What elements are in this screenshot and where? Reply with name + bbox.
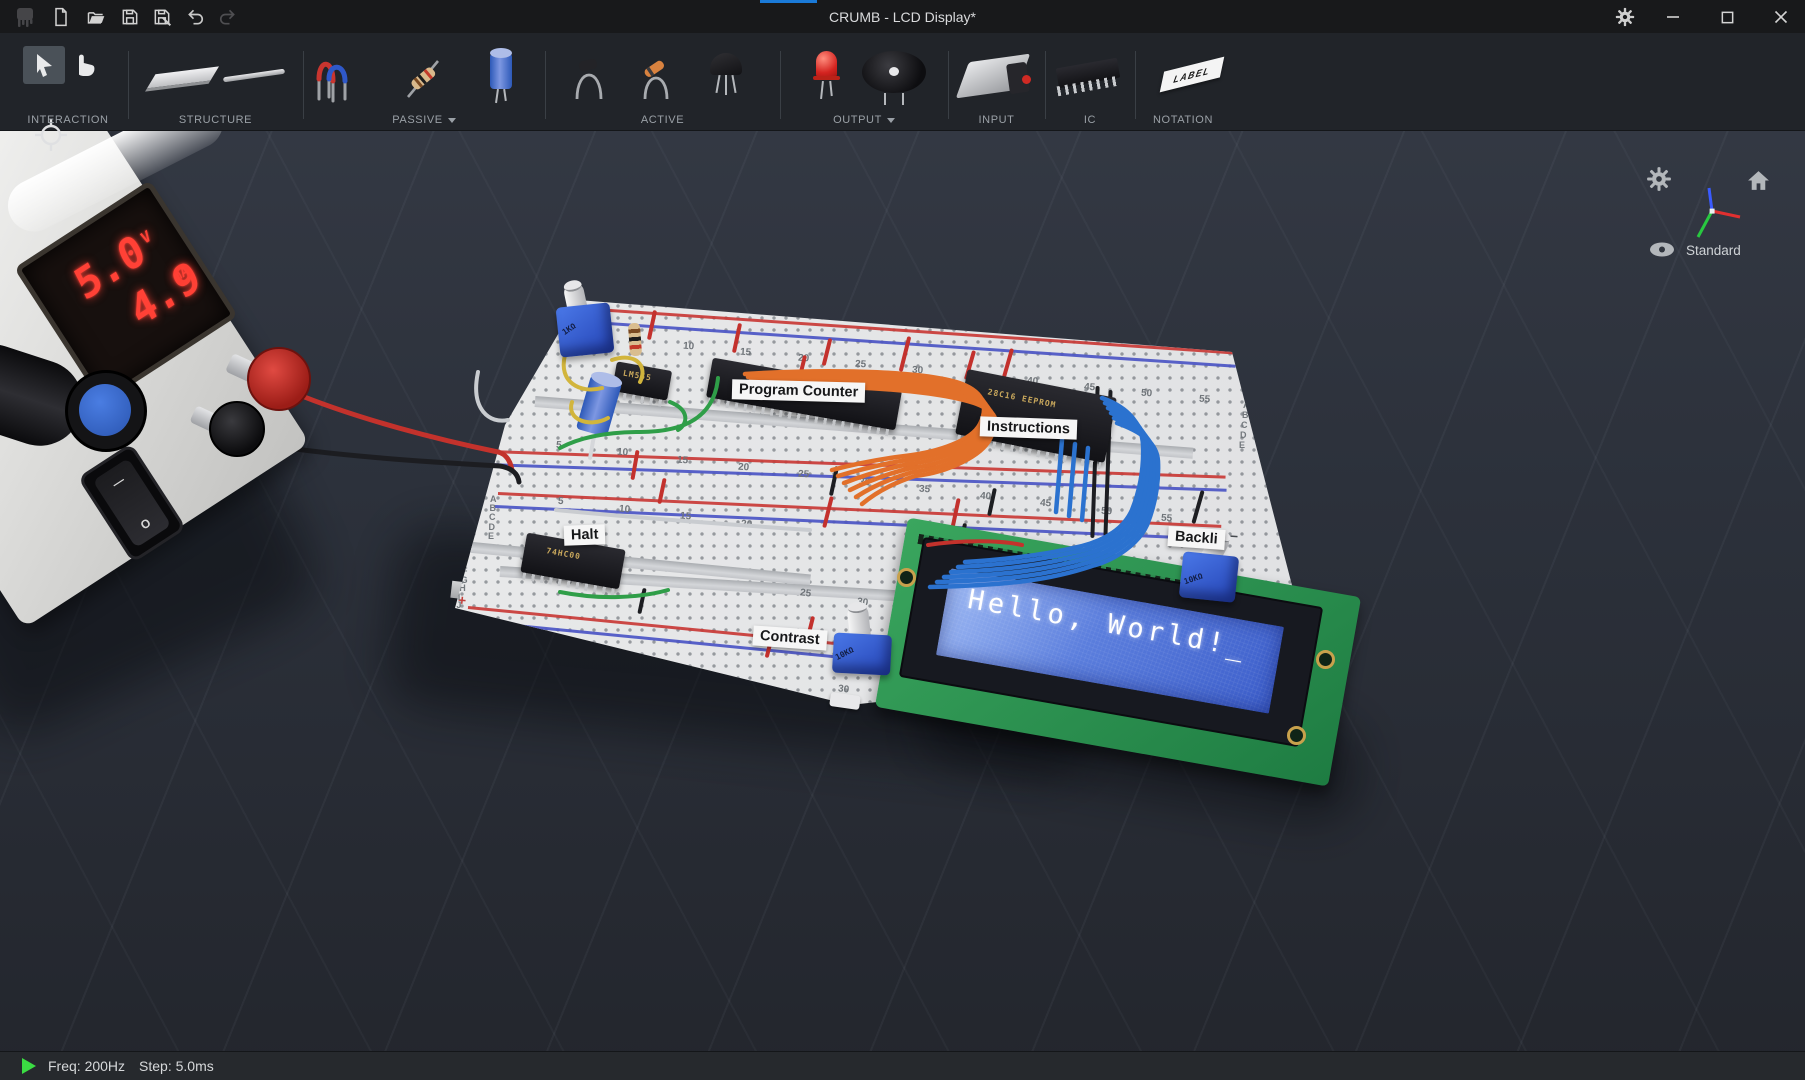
sim-step: Step: 5.0ms: [139, 1058, 214, 1074]
hand-drag-tool[interactable]: [70, 48, 98, 83]
window-title: CRUMB - LCD Display*: [0, 0, 1805, 33]
viewport-3d[interactable]: + + − 1015202530354045505551015202530354…: [0, 0, 1805, 1080]
chevron-down-icon[interactable]: [887, 118, 895, 123]
section-label: ACTIVE: [641, 114, 684, 126]
maximize-button[interactable]: [1714, 4, 1740, 30]
label-part-icon[interactable]: LABEL: [1160, 57, 1225, 93]
titlebar: CRUMB - LCD Display*: [0, 0, 1805, 33]
play-simulation-button[interactable]: [22, 1058, 36, 1074]
diode-part-icon[interactable]: [567, 49, 611, 103]
wire-layer: [0, 0, 1805, 1080]
resistor-part-icon[interactable]: [398, 47, 446, 105]
jumper-wire-part-icon[interactable]: [311, 47, 355, 105]
switch-on-mark: —: [97, 465, 140, 500]
sim-frequency: Freq: 200Hz: [48, 1058, 125, 1074]
breadboard-part-icon[interactable]: [145, 66, 219, 91]
viewport-settings-gear-icon[interactable]: [1646, 166, 1672, 192]
section-structure: STRUCTURE: [128, 33, 303, 130]
led-part-icon[interactable]: [812, 51, 842, 105]
label-tag-backlight[interactable]: Backli: [1167, 526, 1225, 550]
section-label: IC: [1084, 114, 1096, 126]
section-label: INTERACTION: [27, 114, 108, 126]
section-notation: LABEL NOTATION: [1135, 33, 1265, 130]
potentiometer-timer[interactable]: 1KΩ: [556, 302, 615, 357]
label-icon-text: LABEL: [1173, 65, 1212, 85]
buzzer-part-icon[interactable]: [862, 49, 928, 105]
settings-gear-icon[interactable]: [1612, 4, 1638, 30]
section-label: PASSIVE: [392, 114, 442, 126]
statusbar: Freq: 200Hz Step: 5.0ms: [0, 1051, 1805, 1080]
ic-part-icon[interactable]: [1055, 59, 1125, 103]
switch-part-icon[interactable]: [960, 55, 1036, 105]
potentiometer-backlight[interactable]: 10KΩ: [1179, 551, 1240, 603]
zener-diode-part-icon[interactable]: [635, 49, 679, 103]
label-tag-program-counter[interactable]: Program Counter: [732, 379, 866, 402]
view-mode-label: Standard: [1686, 243, 1741, 258]
section-label: STRUCTURE: [179, 114, 252, 126]
redo-button[interactable]: [214, 4, 240, 30]
section-label: OUTPUT: [833, 114, 882, 126]
section-input: INPUT: [948, 33, 1045, 130]
save-as-button[interactable]: [149, 4, 175, 30]
cursor-select-icon[interactable]: [31, 52, 57, 78]
view-mode-toggle[interactable]: [1649, 241, 1675, 263]
section-output: OUTPUT: [780, 33, 948, 130]
section-label: NOTATION: [1153, 114, 1213, 126]
crumb-app-window: + + − 1015202530354045505551015202530354…: [0, 0, 1805, 1080]
section-label: INPUT: [979, 114, 1015, 126]
section-passive: PASSIVE: [303, 33, 545, 130]
undo-button[interactable]: [183, 4, 209, 30]
voltage-knob-face: [79, 384, 131, 436]
section-active: ACTIVE: [545, 33, 780, 130]
red-jumper-wire-long[interactable]: [928, 541, 1022, 545]
app-logo-icon: [12, 4, 38, 30]
section-ic: IC: [1045, 33, 1135, 130]
hand-icon: [70, 48, 98, 78]
axis-gizmo[interactable]: [1684, 183, 1750, 245]
yellow-jumper-wire[interactable]: [564, 355, 643, 422]
section-interaction: INTERACTION: [8, 33, 128, 130]
save-button[interactable]: [117, 4, 143, 30]
positive-terminal[interactable]: [247, 347, 311, 411]
component-toolbar: INTERACTION STRUCTURE: [0, 33, 1805, 131]
negative-terminal[interactable]: [209, 401, 265, 457]
pot-marking: 1KΩ: [561, 321, 578, 337]
label-tag-halt[interactable]: Halt: [564, 524, 606, 545]
green-jumper-wire[interactable]: [560, 378, 718, 597]
label-tag-instructions[interactable]: Instructions: [980, 416, 1078, 439]
pot-marking: 10KΩ: [834, 645, 855, 662]
potentiometer-contrast[interactable]: 10KΩ: [832, 633, 892, 676]
eye-icon: [1649, 241, 1675, 258]
rod-part-icon[interactable]: [223, 69, 285, 83]
pot-marking: 10KΩ: [1183, 571, 1204, 586]
open-file-button[interactable]: [83, 4, 109, 30]
new-file-button[interactable]: [48, 4, 74, 30]
switch-off-mark: O: [124, 507, 167, 542]
capacitor-part-icon[interactable]: [488, 47, 514, 105]
select-tool-active-box[interactable]: [23, 46, 65, 84]
titlebar-accent-bar: [760, 0, 817, 3]
minimize-button[interactable]: [1660, 4, 1686, 30]
transistor-part-icon[interactable]: [705, 53, 749, 105]
chevron-down-icon[interactable]: [448, 118, 456, 123]
close-button[interactable]: [1768, 4, 1794, 30]
